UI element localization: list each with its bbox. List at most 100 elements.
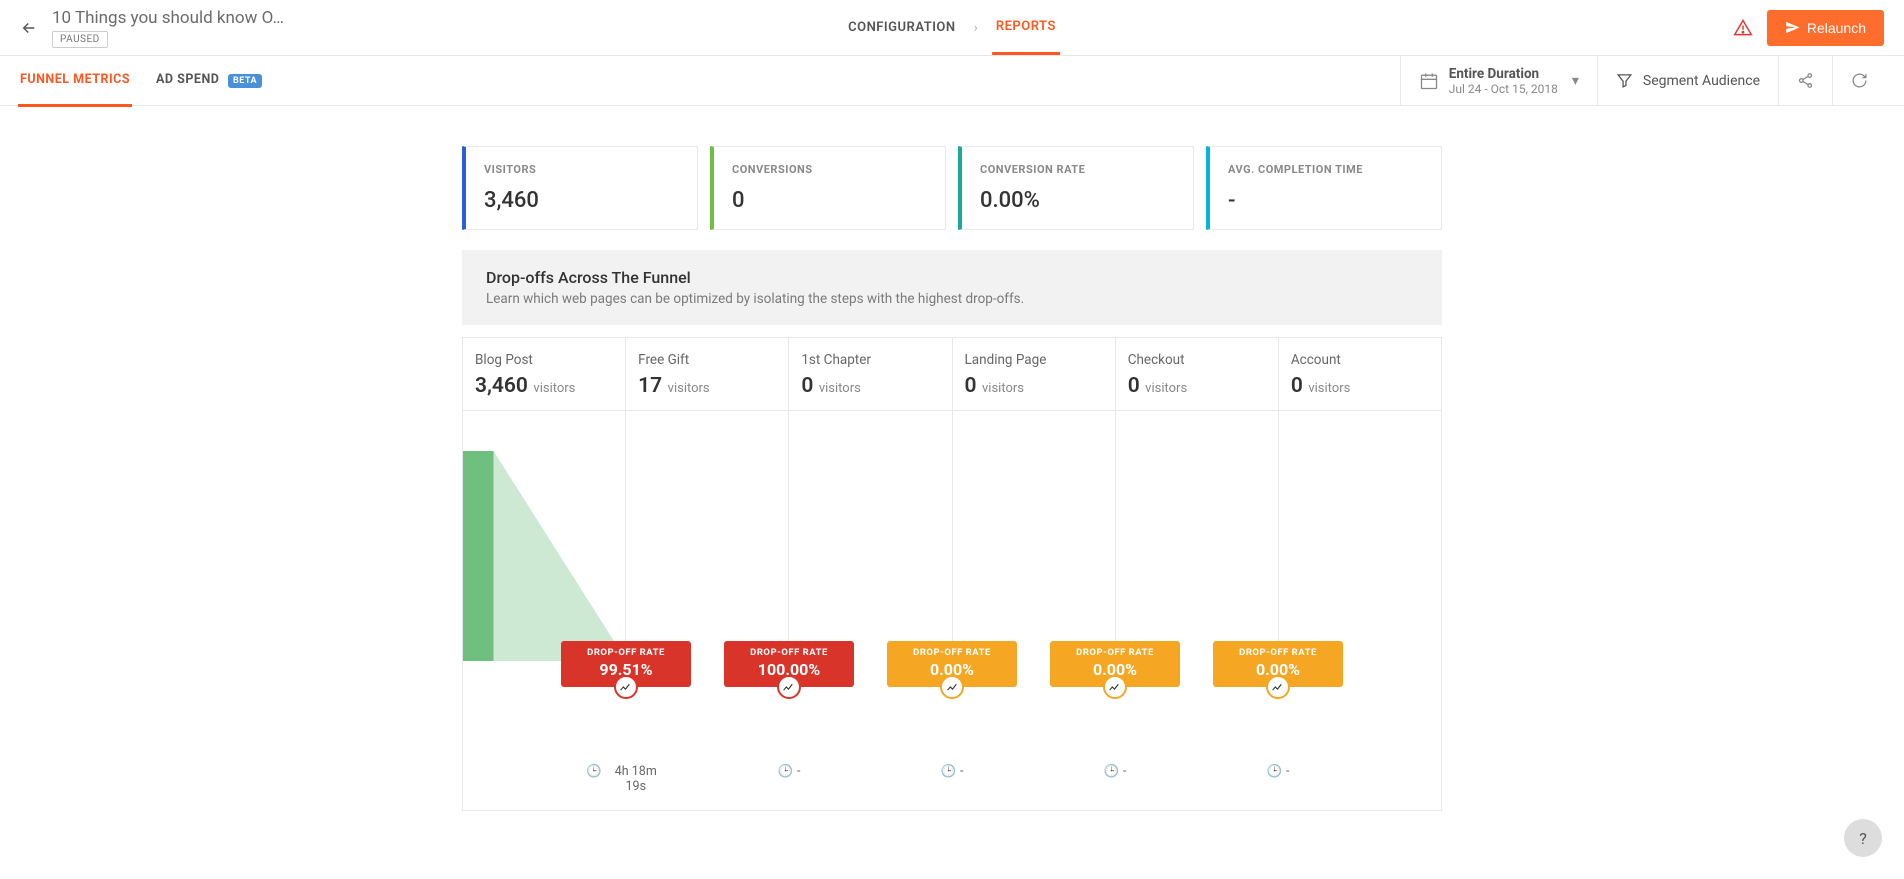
warning-icon[interactable] [1733,18,1753,38]
trend-icon [777,675,801,699]
step-count: 0 [1291,374,1303,398]
tab-funnel-metrics[interactable]: FUNNEL METRICS [18,55,132,107]
chevron-down-icon: ▾ [1572,73,1579,89]
dropoff-label: DROP-OFF RATE [1213,647,1343,658]
step-count: 17 [638,374,662,398]
step-time: 🕒 4h 18m 19s [545,764,708,794]
time-value: - [960,764,963,779]
funnel-step: Blog Post 3,460 visitors [463,338,625,410]
step-name: Checkout [1128,352,1266,368]
step-name: 1st Chapter [801,352,939,368]
funnel-chart: Blog Post 3,460 visitors Free Gift 17 vi… [462,337,1442,811]
nav-tabs: CONFIGURATION › REPORTS [844,1,1060,55]
dropoff-label: DROP-OFF RATE [1050,647,1180,658]
report-tabs: FUNNEL METRICS AD SPEND BETA [18,55,264,107]
step-unit: visitors [533,381,575,396]
step-count: 3,460 [475,374,528,398]
share-button[interactable] [1778,56,1832,105]
send-icon [1785,20,1800,35]
step-unit: visitors [1145,381,1187,396]
help-button[interactable]: ? [1844,819,1882,857]
status-badge: PAUSED [52,31,108,48]
report-container: VISITORS 3,460 CONVERSIONS 0 CONVERSION … [462,146,1442,811]
metric-label: CONVERSION RATE [980,163,1175,176]
dropoff-label: DROP-OFF RATE [724,647,854,658]
metric-conversions: CONVERSIONS 0 [710,146,946,230]
funnel-step: Account 0 visitors [1279,338,1441,410]
top-header: 10 Things you should know O… PAUSED CONF… [0,0,1904,56]
panel-title: Drop-offs Across The Funnel [486,268,1418,287]
metric-value: 0.00% [980,188,1175,213]
funnel-step: 1st Chapter 0 visitors [789,338,951,410]
help-label: ? [1859,829,1867,848]
funnel-step: Checkout 0 visitors [1116,338,1278,410]
step-unit: visitors [668,381,710,396]
tab-reports[interactable]: REPORTS [992,1,1060,55]
metric-completion-time: AVG. COMPLETION TIME - [1206,146,1442,230]
clock-icon: 🕒 [940,764,956,779]
metric-conversion-rate: CONVERSION RATE 0.00% [958,146,1194,230]
segment-label: Segment Audience [1643,73,1760,89]
sub-toolbar: FUNNEL METRICS AD SPEND BETA Entire Dura… [0,56,1904,106]
time-value: - [797,764,800,779]
dropoff-label: DROP-OFF RATE [887,647,1017,658]
trend-icon [1266,675,1290,699]
metrics-row: VISITORS 3,460 CONVERSIONS 0 CONVERSION … [462,146,1442,230]
refresh-button[interactable] [1832,56,1886,105]
dropoff-badge[interactable]: DROP-OFF RATE 99.51% [561,641,691,687]
metric-label: VISITORS [484,163,679,176]
chevron-right-icon: › [974,20,978,36]
dropoff-badge[interactable]: DROP-OFF RATE 100.00% [724,641,854,687]
funnel-bars [463,411,1441,661]
content-area: VISITORS 3,460 CONVERSIONS 0 CONVERSION … [0,106,1904,851]
page-title: 10 Things you should know O… [52,8,284,28]
metric-value: 0 [732,188,927,213]
filter-icon [1616,72,1633,89]
panel-header: Drop-offs Across The Funnel Learn which … [462,250,1442,325]
header-actions: Relaunch [1733,10,1884,46]
step-name: Account [1291,352,1429,368]
step-name: Blog Post [475,352,613,368]
tab-configuration[interactable]: CONFIGURATION [844,2,959,53]
step-time: 🕒 - [1197,764,1360,794]
toolbar-right: Entire Duration Jul 24 - Oct 15, 2018 ▾ … [1400,56,1886,105]
funnel-step: Free Gift 17 visitors [626,338,788,410]
step-count: 0 [801,374,813,398]
relaunch-label: Relaunch [1807,20,1866,36]
title-block: 10 Things you should know O… PAUSED [52,8,284,48]
step-name: Free Gift [638,352,776,368]
dropoff-badge[interactable]: DROP-OFF RATE 0.00% [1213,641,1343,687]
funnel-step: Landing Page 0 visitors [953,338,1115,410]
duration-text: Entire Duration Jul 24 - Oct 15, 2018 [1449,66,1558,96]
dropoff-badge[interactable]: DROP-OFF RATE 0.00% [1050,641,1180,687]
dropoff-row: DROP-OFF RATE 99.51% DROP-OFF RATE 100.0… [463,661,1441,736]
metric-label: CONVERSIONS [732,163,927,176]
trend-icon [940,675,964,699]
time-row: 🕒 4h 18m 19s 🕒 - 🕒 - 🕒 - 🕒 - [463,764,1441,810]
step-name: Landing Page [965,352,1103,368]
date-range-picker[interactable]: Entire Duration Jul 24 - Oct 15, 2018 ▾ [1400,56,1597,105]
metric-visitors: VISITORS 3,460 [462,146,698,230]
relaunch-button[interactable]: Relaunch [1767,10,1884,46]
dropoff-label: DROP-OFF RATE [561,647,691,658]
clock-icon: 🕒 [586,764,602,779]
step-count: 0 [965,374,977,398]
time-value: 4h 18m 19s [606,764,666,794]
trend-icon [1103,675,1127,699]
metric-label: AVG. COMPLETION TIME [1228,163,1423,176]
tab-ad-spend[interactable]: AD SPEND BETA [154,55,264,107]
back-button[interactable] [20,15,48,41]
duration-label: Entire Duration [1449,66,1558,82]
dropoff-badge[interactable]: DROP-OFF RATE 0.00% [887,641,1017,687]
step-time: 🕒 - [708,764,871,794]
refresh-icon [1851,72,1868,89]
beta-badge: BETA [228,74,262,88]
calendar-icon [1419,71,1439,91]
segment-audience-button[interactable]: Segment Audience [1597,56,1778,105]
clock-icon: 🕒 [1266,764,1282,779]
step-unit: visitors [1308,381,1350,396]
step-time: 🕒 - [1034,764,1197,794]
metric-value: 3,460 [484,188,679,213]
time-value: - [1286,764,1289,779]
duration-range: Jul 24 - Oct 15, 2018 [1449,82,1558,96]
